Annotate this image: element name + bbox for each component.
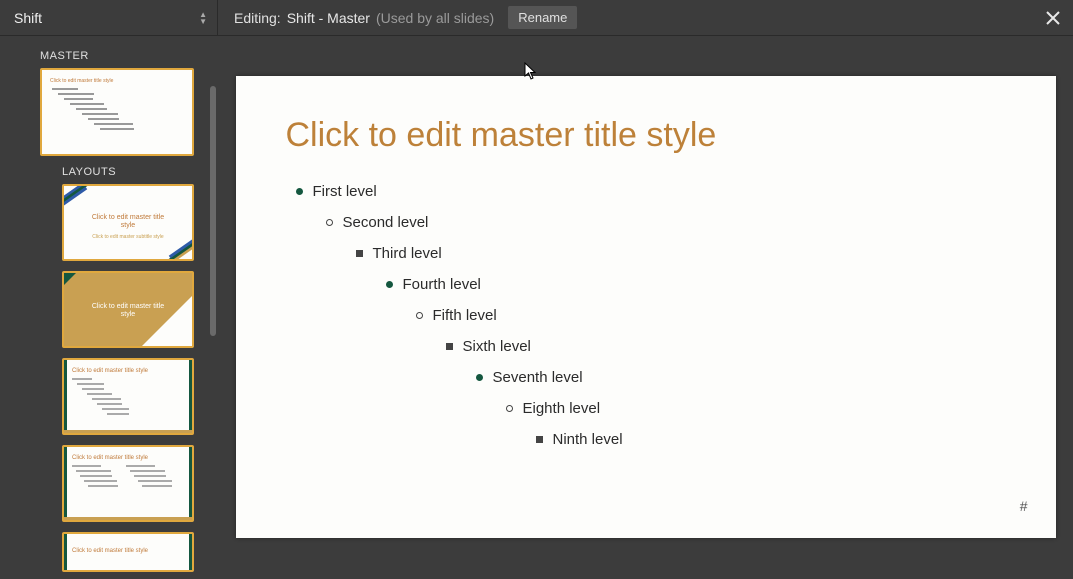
layout-thumbnail-2[interactable]: Click to edit master title style (62, 271, 194, 348)
editing-prefix: Editing: (234, 10, 281, 26)
editing-info: Editing: Shift - Master (Used by all sli… (218, 6, 1033, 29)
level-text: Fifth level (433, 307, 497, 324)
thumb-subtitle: Click to edit master subtitle style (64, 234, 192, 240)
layouts-heading: LAYOUTS (0, 166, 218, 178)
level-text: Third level (373, 245, 442, 262)
thumb-title: Click to edit master title style (72, 368, 148, 374)
canvas: Click to edit master title style First l… (218, 36, 1073, 579)
thumb-title: Click to edit master title style (72, 455, 148, 461)
main: MASTER Click to edit master title style … (0, 36, 1073, 579)
bullet-circle-icon (416, 312, 423, 319)
bullet-disc-icon (296, 188, 303, 195)
editing-name: Shift - Master (287, 10, 370, 26)
master-title-placeholder[interactable]: Click to edit master title style (286, 116, 1006, 155)
close-button[interactable] (1033, 0, 1073, 35)
level-text: Eighth level (523, 400, 601, 417)
bullet-disc-icon (386, 281, 393, 288)
level-text: Second level (343, 214, 429, 231)
layout-thumbnail-4[interactable]: Click to edit master title style (62, 445, 194, 522)
layout-thumbnail-5[interactable]: Click to edit master title style (62, 532, 194, 572)
thumb-title: Click to edit master title style (50, 78, 113, 84)
level-text: Sixth level (463, 338, 531, 355)
thumb-body-lines (52, 88, 182, 133)
page-number-placeholder[interactable]: # (1020, 498, 1028, 514)
bullet-circle-icon (326, 219, 333, 226)
thumb-body-lines (72, 378, 184, 418)
master-body-placeholder[interactable]: First level Second level Third level Fou… (286, 183, 1006, 448)
layout-thumbnail-1[interactable]: Click to edit master title style Click t… (62, 184, 194, 261)
chevron-updown-icon: ▲▼ (199, 11, 207, 25)
scrollbar[interactable] (210, 86, 216, 336)
thumb-title: Click to edit master title style (64, 214, 192, 229)
layout-thumbnail-3[interactable]: Click to edit master title style (62, 358, 194, 435)
bullet-square-icon (536, 436, 543, 443)
level-text: Seventh level (493, 369, 583, 386)
level-text: Ninth level (553, 431, 623, 448)
master-thumbnail[interactable]: Click to edit master title style (40, 68, 194, 156)
topbar: Shift ▲▼ Editing: Shift - Master (Used b… (0, 0, 1073, 36)
rename-button[interactable]: Rename (508, 6, 577, 29)
theme-name: Shift (14, 10, 42, 26)
theme-dropdown[interactable]: Shift ▲▼ (0, 0, 218, 35)
sidebar: MASTER Click to edit master title style … (0, 36, 218, 579)
master-slide[interactable]: Click to edit master title style First l… (236, 76, 1056, 538)
level-text: First level (313, 183, 377, 200)
editing-usage: (Used by all slides) (376, 10, 494, 26)
bullet-square-icon (356, 250, 363, 257)
master-heading: MASTER (0, 50, 218, 62)
bullet-square-icon (446, 343, 453, 350)
close-icon (1045, 10, 1061, 26)
thumb-title: Click to edit master title style (72, 548, 148, 554)
level-text: Fourth level (403, 276, 481, 293)
bullet-circle-icon (506, 405, 513, 412)
bullet-disc-icon (476, 374, 483, 381)
